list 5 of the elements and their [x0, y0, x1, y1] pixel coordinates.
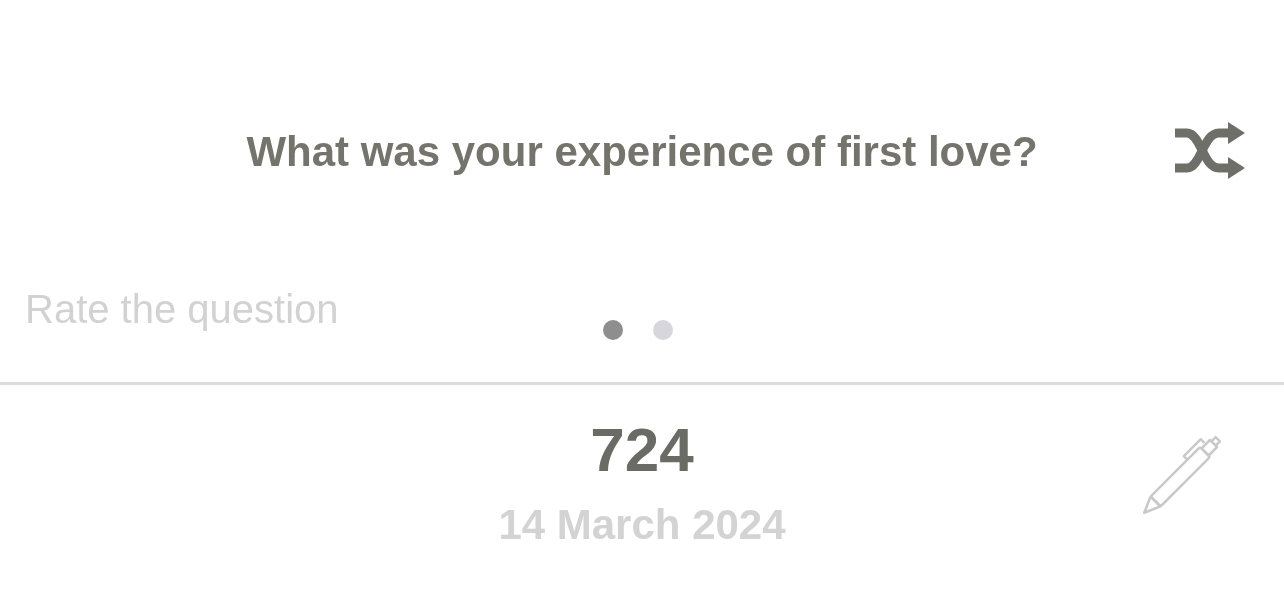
question-title: What was your experience of first love? [246, 127, 1038, 177]
shuffle-icon [1175, 122, 1245, 182]
shuffle-button[interactable] [1175, 122, 1245, 182]
entry-number: 724 [590, 419, 694, 481]
pen-icon [1140, 435, 1222, 517]
